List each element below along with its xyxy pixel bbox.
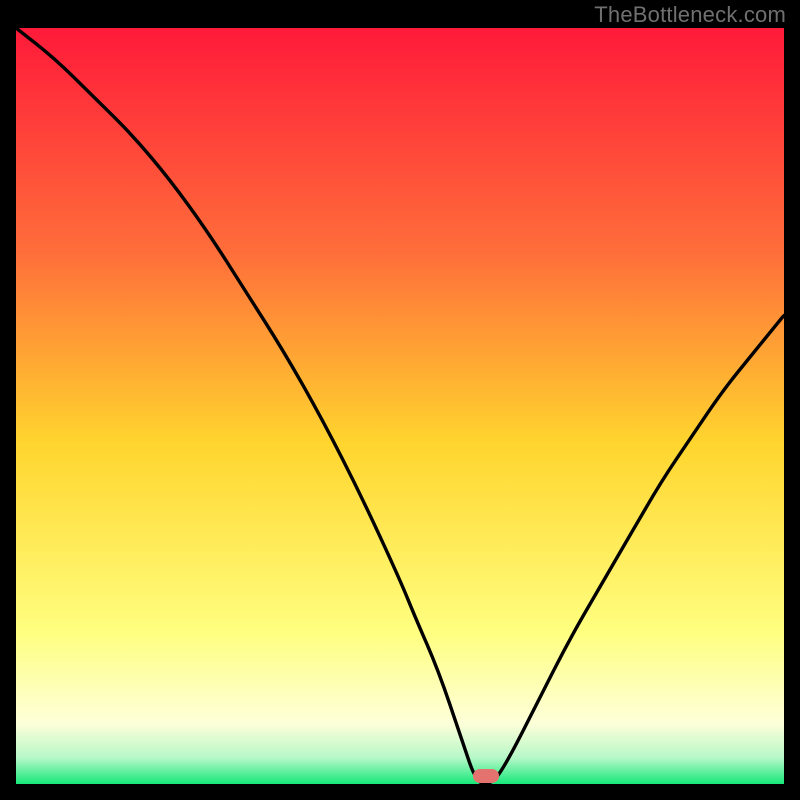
optimal-point-marker — [473, 769, 499, 783]
chart-container: TheBottleneck.com — [0, 0, 800, 800]
gradient-background — [16, 28, 784, 784]
watermark-text: TheBottleneck.com — [594, 2, 786, 28]
plot-area — [16, 28, 784, 784]
chart-svg — [16, 28, 784, 784]
